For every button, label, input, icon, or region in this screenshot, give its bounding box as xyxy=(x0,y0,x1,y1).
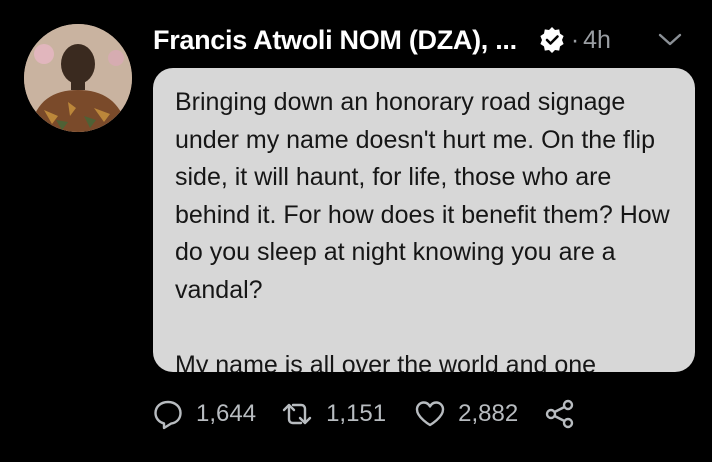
tweet-timestamp[interactable]: · 4h xyxy=(571,26,611,55)
share-button[interactable] xyxy=(544,398,576,430)
retweet-icon xyxy=(280,398,314,430)
tweet-actions: 1,644 1,151 2,882 xyxy=(152,392,576,436)
like-count: 2,882 xyxy=(458,400,519,427)
reply-icon xyxy=(152,398,184,430)
heart-icon xyxy=(414,398,446,430)
share-icon xyxy=(544,398,576,430)
avatar[interactable] xyxy=(24,24,132,132)
reply-button[interactable]: 1,644 xyxy=(152,398,256,430)
like-button[interactable]: 2,882 xyxy=(414,398,518,430)
verified-badge-icon xyxy=(539,27,565,53)
tweet: Francis Atwoli NOM (DZA), ... · 4h Bringi… xyxy=(0,0,712,462)
reply-count: 1,644 xyxy=(196,400,257,427)
time-separator: · xyxy=(570,25,580,54)
retweet-button[interactable]: 1,151 xyxy=(280,398,386,430)
chevron-down-icon[interactable] xyxy=(657,28,683,50)
tweet-text: Bringing down an honorary road signage u… xyxy=(175,88,670,372)
tweet-header: Francis Atwoli NOM (DZA), ... · 4h xyxy=(153,20,701,60)
time-value: 4h xyxy=(583,25,611,54)
tweet-body: Bringing down an honorary road signage u… xyxy=(153,68,695,372)
retweet-count: 1,151 xyxy=(326,400,387,427)
author-name[interactable]: Francis Atwoli NOM (DZA), ... xyxy=(153,25,517,56)
